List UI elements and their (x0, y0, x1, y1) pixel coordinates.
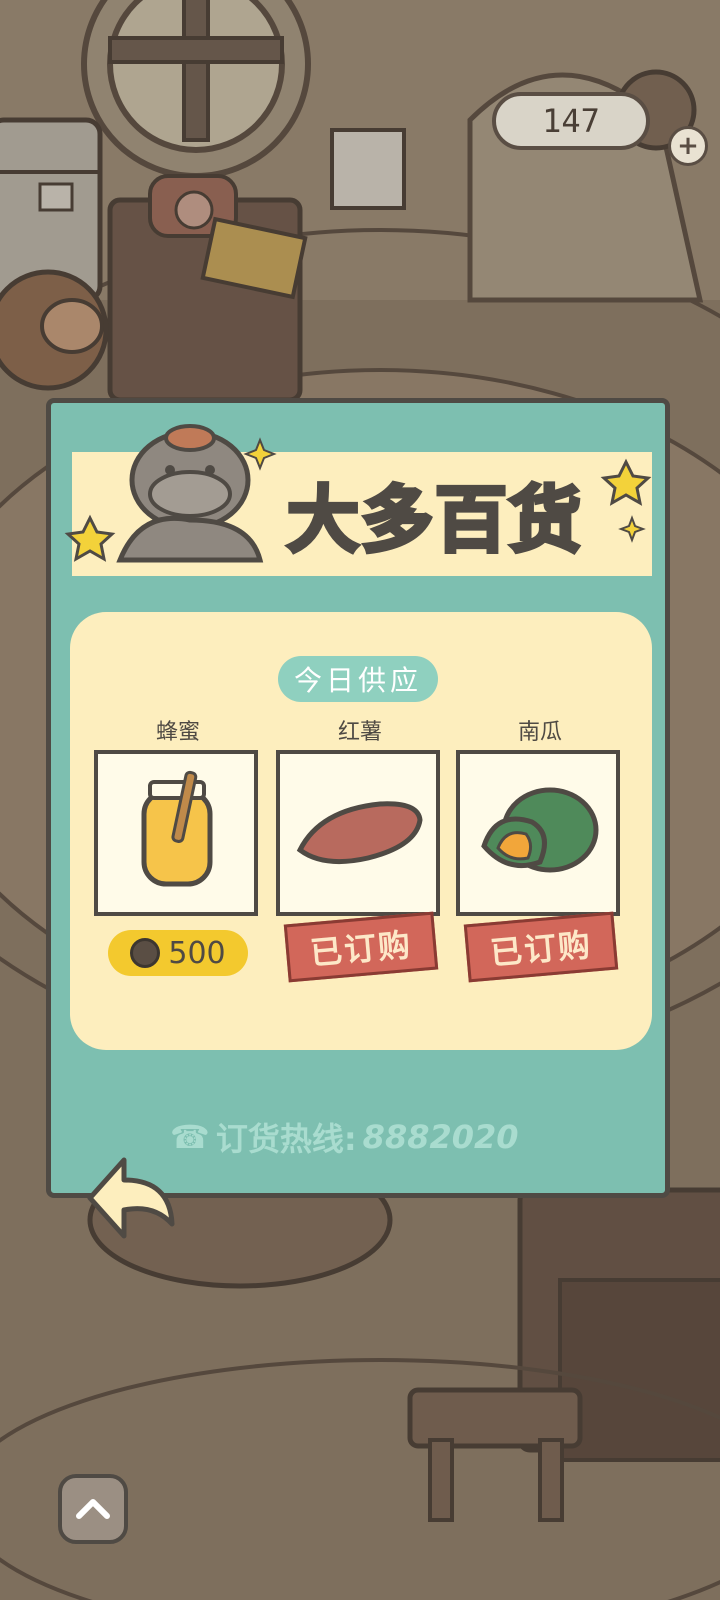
back-arrow-icon (87, 1157, 175, 1239)
item-card-sweet-potato[interactable] (276, 750, 440, 916)
sweet-potato-icon (296, 801, 423, 865)
price-tag-honey[interactable]: 500 (108, 930, 248, 976)
item-price: 500 (168, 935, 226, 971)
honey-jar-icon (141, 770, 213, 887)
item-card-pumpkin[interactable] (456, 750, 620, 916)
hotline-label: 订货热线: (215, 1120, 357, 1158)
coin-counter[interactable]: 147 (492, 92, 650, 150)
chevron-up-icon (76, 1499, 110, 1519)
phone-icon: ☎ (170, 1118, 210, 1156)
back-button[interactable] (84, 1154, 180, 1244)
expand-up-button[interactable] (58, 1474, 128, 1544)
supply-label: 今日供应 (278, 656, 438, 702)
order-hotline: ☎ 订货热线: 8882020 (170, 1112, 570, 1162)
item-name-honey: 蜂蜜 (155, 720, 200, 745)
hotline-number: 8882020 (362, 1118, 519, 1156)
coin-icon (130, 938, 161, 968)
add-coins-button[interactable]: + (668, 126, 708, 166)
item-name-sweet-potato: 红薯 (337, 720, 382, 745)
shop-title: 大多百货 (285, 476, 583, 564)
pumpkin-icon (481, 787, 599, 873)
item-card-honey[interactable] (94, 750, 258, 916)
plus-icon: + (677, 131, 699, 161)
item-name-pumpkin: 南瓜 (517, 720, 562, 745)
coin-count: 147 (542, 102, 600, 140)
